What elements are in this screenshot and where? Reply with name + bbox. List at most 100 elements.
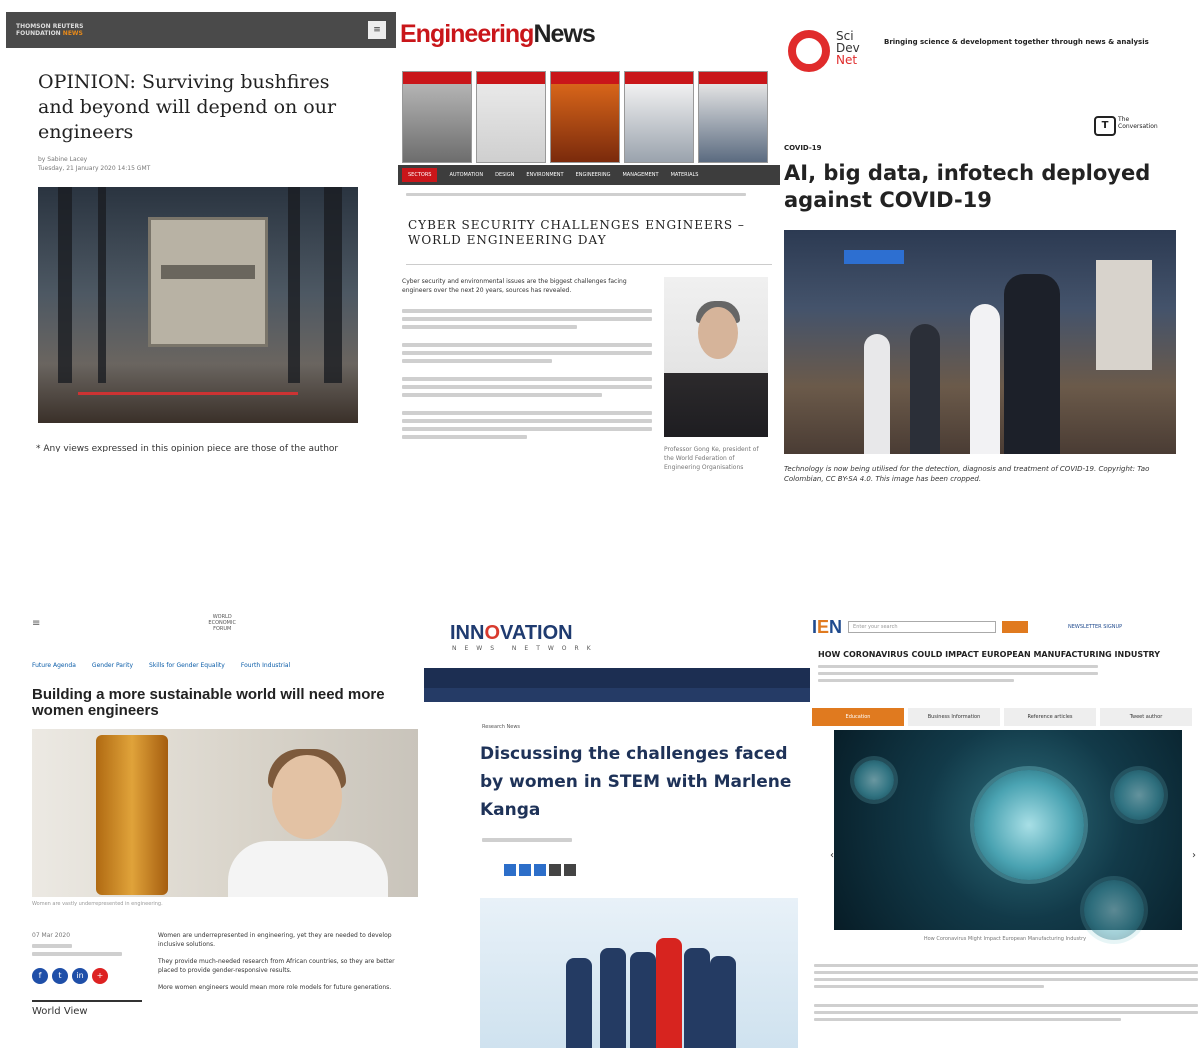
- wef-panel: ≡ WORLD ECONOMIC FORUM Future Agenda Gen…: [26, 612, 422, 1052]
- magazine-cover[interactable]: [624, 71, 694, 163]
- wef-logo[interactable]: WORLD ECONOMIC FORUM: [208, 614, 236, 632]
- scidev-logo-text[interactable]: Sci Dev Net: [836, 30, 860, 66]
- magazine-cover[interactable]: [476, 71, 546, 163]
- reuters-logo-line1: THOMSON REUTERS: [16, 23, 84, 30]
- linkedin-icon[interactable]: in: [72, 968, 88, 984]
- share-icon[interactable]: +: [92, 968, 108, 984]
- newsletter-link[interactable]: NEWSLETTER SIGNUP: [1068, 624, 1122, 630]
- ien-panel: IEN Enter your search NEWSLETTER SIGNUP …: [810, 616, 1200, 1056]
- engineering-news-panel: EngineeringNews SECTORS AUTOMATION DESIG…: [398, 12, 780, 540]
- article-lead: Cyber security and environmental issues …: [402, 278, 627, 294]
- nav-item[interactable]: ENVIRONMENT: [526, 172, 563, 178]
- email-icon[interactable]: [549, 864, 561, 876]
- byline: by Sabine Lacey: [38, 156, 88, 163]
- logo-subtitle: NEWS NETWORK: [452, 645, 599, 652]
- logo-part: O: [484, 622, 501, 644]
- topic-link[interactable]: Skills for Gender Equality: [149, 662, 225, 669]
- lab-photo: [32, 729, 418, 897]
- article-title: OPINION: Surviving bushfires and beyond …: [38, 71, 337, 143]
- search-input[interactable]: Enter your search: [848, 621, 997, 633]
- topic-link[interactable]: Gender Parity: [92, 662, 133, 669]
- article-title: AI, big data, infotech deployed against …: [784, 161, 1151, 212]
- nav-item[interactable]: MATERIALS: [671, 172, 699, 178]
- divider: [406, 264, 772, 265]
- search-button[interactable]: [1002, 621, 1029, 633]
- article-title: Discussing the challenges faced by women…: [480, 744, 792, 820]
- nav-item[interactable]: DESIGN: [495, 172, 514, 178]
- photo-caption: Women are vastly underrepresented in eng…: [32, 901, 163, 907]
- magazine-cover[interactable]: [550, 71, 620, 163]
- linkedin-icon[interactable]: [534, 864, 546, 876]
- twitter-icon[interactable]: t: [52, 968, 68, 984]
- menu-icon[interactable]: ≡: [368, 21, 386, 39]
- conversation-logo-icon[interactable]: T: [1094, 116, 1116, 136]
- portrait-photo: [664, 277, 768, 437]
- ien-logo[interactable]: IEN: [812, 617, 842, 638]
- bushfire-photo: [38, 187, 358, 423]
- chevron-right-icon[interactable]: ›: [1192, 850, 1196, 861]
- logo-net: Net: [836, 53, 858, 67]
- reuters-logo-tag: NEWS: [62, 30, 83, 37]
- photo-caption: Technology is now being utilised for the…: [784, 465, 1150, 483]
- nav-item[interactable]: AUTOMATION: [449, 172, 483, 178]
- secondary-nav[interactable]: [424, 688, 812, 702]
- topic-link[interactable]: Future Agenda: [32, 662, 76, 669]
- article-body: [814, 964, 1198, 1021]
- magazine-covers: [402, 71, 780, 163]
- nav-item[interactable]: MANAGEMENT: [622, 172, 658, 178]
- logo-engineering: Engineering: [400, 20, 534, 48]
- tab-business-info[interactable]: Business Information: [908, 708, 1000, 726]
- facebook-icon[interactable]: [504, 864, 516, 876]
- nav-item[interactable]: ENGINEERING: [576, 172, 611, 178]
- portrait-caption: Professor Gong Ke, president of the Worl…: [664, 446, 759, 471]
- bullet-point: More women engineers would mean more rol…: [158, 984, 392, 991]
- primary-nav[interactable]: [424, 668, 812, 688]
- share-buttons: f t in +: [32, 968, 142, 984]
- article-title: Building a more sustainable world will n…: [32, 686, 385, 719]
- reuters-logo[interactable]: THOMSON REUTERS FOUNDATION NEWS: [16, 23, 83, 37]
- tab-reference[interactable]: Reference articles: [1004, 708, 1096, 726]
- nav-item-sectors[interactable]: SECTORS: [402, 168, 438, 182]
- facebook-icon[interactable]: f: [32, 968, 48, 984]
- category-label[interactable]: Research News: [482, 724, 812, 730]
- magazine-cover[interactable]: [698, 71, 768, 163]
- bullet-point: They provide much-needed research from A…: [158, 958, 395, 974]
- tab-education[interactable]: Education: [812, 708, 904, 726]
- print-icon[interactable]: [564, 864, 576, 876]
- article-body: Cyber security and environmental issues …: [402, 277, 652, 472]
- topic-link[interactable]: Fourth Industrial: [241, 662, 290, 669]
- scidev-panel: Sci Dev Net Bringing science & developme…: [782, 22, 1194, 492]
- logo-part: VATION: [500, 622, 573, 644]
- innovation-news-panel: INNOVATION NEWS NETWORK Research News Di…: [424, 620, 812, 1050]
- innovation-news-logo[interactable]: INNOVATION: [450, 622, 812, 645]
- photo-caption: How Coronavirus Might Impact European Ma…: [923, 936, 1087, 942]
- section-nav: SECTORS AUTOMATION DESIGN ENVIRONMENT EN…: [398, 165, 780, 185]
- article-meta: [482, 838, 812, 844]
- section-label: World View: [32, 1000, 142, 1017]
- article-tabs: Education Business Information Reference…: [812, 708, 1200, 726]
- key-points: Women are underrepresented in engineerin…: [158, 931, 408, 1017]
- wef-logo-line3: FORUM: [213, 626, 232, 632]
- article-title: CYBER SECURITY CHALLENGES ENGINEERS – WO…: [408, 218, 745, 247]
- article-meta: by Sabine Lacey Tuesday, 21 January 2020…: [38, 155, 396, 173]
- twitter-icon[interactable]: [519, 864, 531, 876]
- section-label[interactable]: COVID-19: [784, 144, 822, 152]
- logo-news: News: [533, 20, 595, 48]
- engineering-news-logo[interactable]: EngineeringNews: [398, 12, 780, 49]
- publish-date: Tuesday, 21 January 2020 14:15 GMT: [38, 165, 151, 172]
- logo-part: N: [829, 616, 843, 637]
- team-figures-illustration: [480, 898, 798, 1048]
- hamburger-menu-icon[interactable]: ≡: [32, 618, 40, 629]
- bullet-point: Women are underrepresented in engineerin…: [158, 932, 392, 948]
- conversation-logo-text: The Conversation: [1118, 116, 1158, 130]
- scidev-logo-icon[interactable]: [788, 30, 830, 72]
- tab-tweet[interactable]: Tweet author: [1100, 708, 1192, 726]
- publish-date: 07 Mar 2020: [32, 932, 71, 939]
- magazine-cover[interactable]: [402, 71, 472, 163]
- hospital-corridor-photo: [784, 230, 1176, 454]
- reuters-article-panel: THOMSON REUTERS FOUNDATION NEWS ≡ OPINIO…: [6, 12, 396, 452]
- topic-nav: Future Agenda Gender Parity Skills for G…: [32, 662, 422, 669]
- reuters-logo-line2: FOUNDATION: [16, 30, 61, 37]
- share-buttons: [504, 864, 812, 876]
- disclaimer-caption: * Any views expressed in this opinion pi…: [36, 444, 339, 452]
